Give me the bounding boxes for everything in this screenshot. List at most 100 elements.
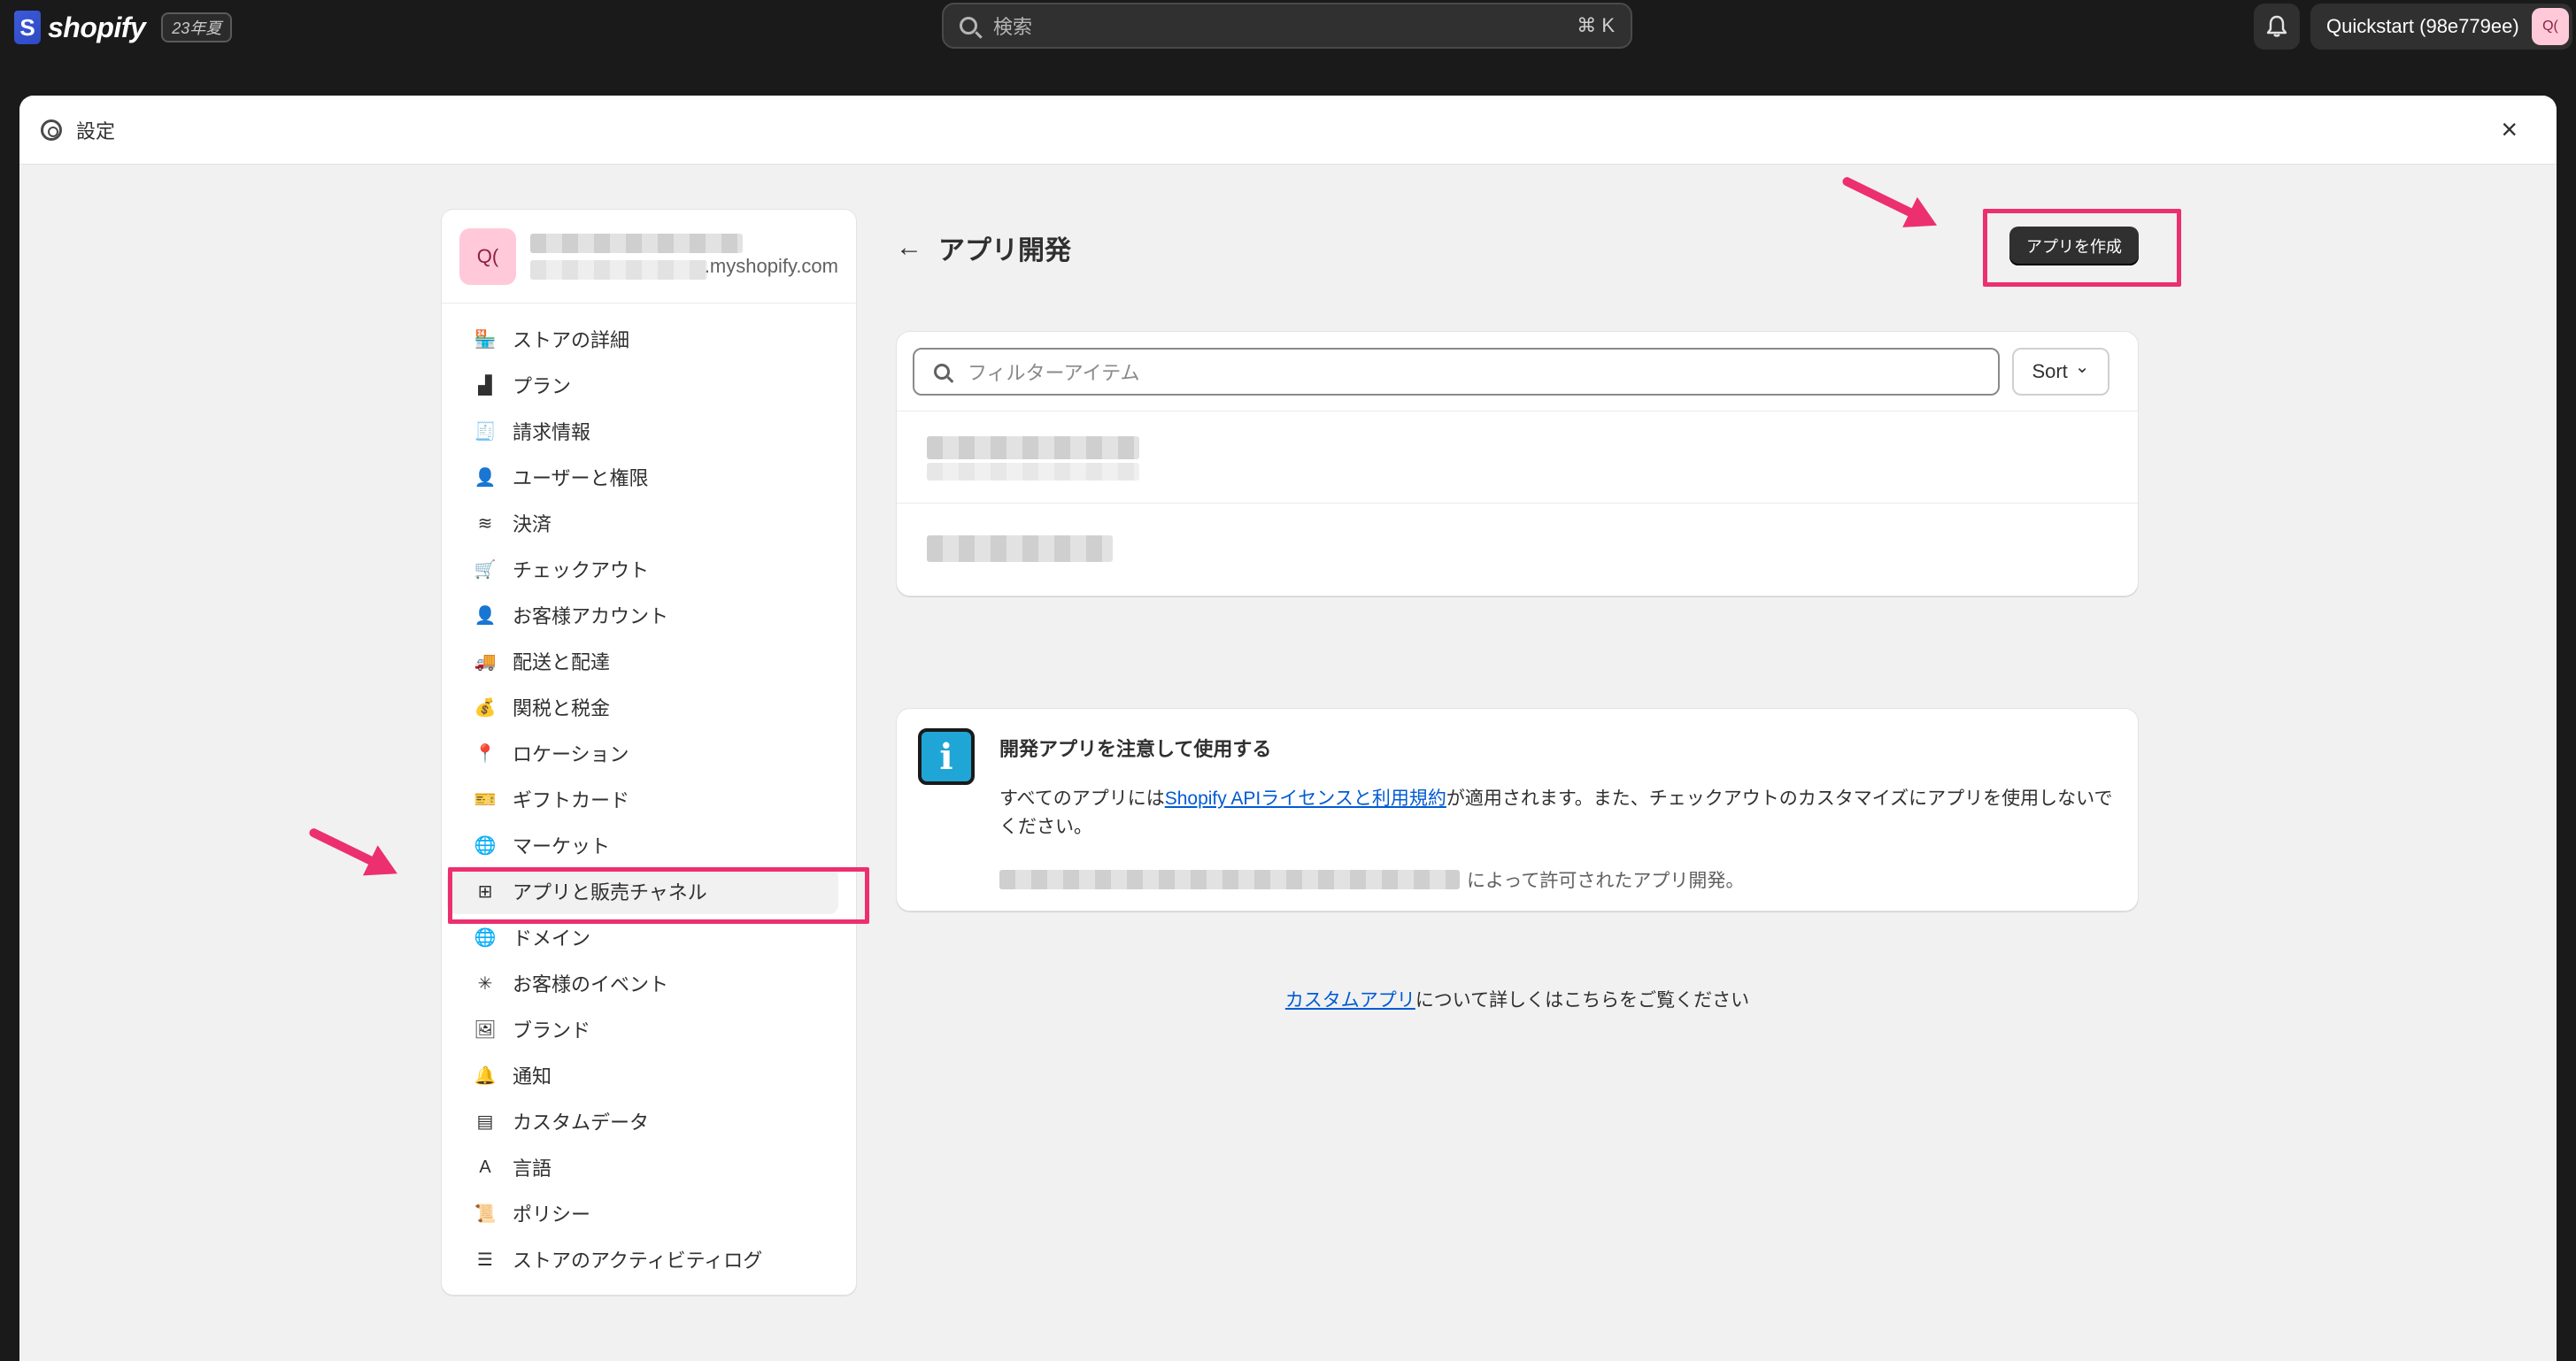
image-icon: 🖼 — [474, 1019, 497, 1040]
settings-sidebar: Q( .myshopify.com 🏪 ストアの詳細 ▟ プラン 🧾 請求情報 👤 ユー… — [441, 209, 857, 1296]
gear-icon — [41, 119, 62, 141]
page-header: ← アプリ開発 — [896, 228, 1071, 267]
sidebar-item-label: ブランド — [513, 1019, 591, 1042]
filter-input[interactable]: フィルターアイテム — [913, 347, 2000, 396]
bell-icon: 🔔 — [474, 1065, 497, 1086]
sort-button[interactable]: Sort ⌄ — [2012, 347, 2109, 396]
sidebar-item-label: お客様のイベント — [513, 973, 669, 996]
sidebar-item-label: ストアのアクティビティログ — [513, 1250, 763, 1272]
custom-apps-help: カスタムアプリについて詳しくはこちらをご覧ください — [896, 986, 2139, 1012]
modal-header: 設定 × — [19, 96, 2557, 165]
sidebar-item-billing[interactable]: 🧾 請求情報 — [447, 408, 838, 454]
sidebar-item-label: 通知 — [513, 1065, 552, 1088]
store-menu-button[interactable]: Quickstart (98e779ee) Q( — [2310, 4, 2572, 50]
sidebar-item-customer-accounts[interactable]: 👤 お客様アカウント — [447, 592, 838, 638]
sidebar-item-languages[interactable]: A 言語 — [447, 1144, 838, 1190]
close-button[interactable]: × — [2501, 113, 2518, 146]
store-card[interactable]: Q( .myshopify.com — [442, 210, 856, 304]
store-icon: 🏪 — [474, 329, 497, 350]
sidebar-item-checkout[interactable]: 🛒 チェックアウト — [447, 546, 838, 592]
sidebar-item-markets[interactable]: 🌐 マーケット — [447, 822, 838, 868]
bell-icon — [2266, 15, 2287, 37]
list-item[interactable] — [897, 411, 2138, 504]
truck-icon: 🚚 — [474, 651, 497, 672]
sidebar-item-label: お客様アカウント — [513, 605, 669, 627]
back-arrow-icon[interactable]: ← — [896, 233, 922, 263]
api-terms-link[interactable]: Shopify APIライセンスと利用規約 — [1165, 788, 1446, 809]
shopify-bag-icon: S — [14, 11, 41, 44]
sidebar-item-label: 言語 — [513, 1157, 552, 1180]
gift-card-icon: 🎫 — [474, 789, 497, 810]
list-item[interactable] — [897, 504, 2138, 596]
filter-placeholder: フィルターアイテム — [968, 361, 1140, 384]
redacted-app-name — [927, 535, 1113, 562]
edition-badge: 23年夏 — [161, 12, 233, 42]
sidebar-item-plan[interactable]: ▟ プラン — [447, 362, 838, 408]
redacted-store-name — [530, 233, 743, 253]
top-bar: S shopify 23年夏 検索 ⌘ K Quickstart (98e779… — [0, 0, 2576, 67]
policy-icon: 📜 — [474, 1203, 497, 1224]
page-title: アプリ開発 — [938, 236, 1071, 265]
notifications-button[interactable] — [2254, 4, 2300, 50]
plan-icon: ▟ — [478, 375, 492, 396]
globe-icon: 🌐 — [474, 927, 497, 948]
cart-icon: 🛒 — [474, 559, 497, 580]
custom-data-icon: ▤ — [476, 1111, 494, 1132]
sidebar-item-label: ドメイン — [513, 927, 591, 950]
redacted-owner — [999, 870, 1460, 889]
sidebar-item-locations[interactable]: 📍 ロケーション — [447, 730, 838, 776]
sidebar-item-store-details[interactable]: 🏪 ストアの詳細 — [447, 316, 838, 362]
sidebar-item-label: プラン — [513, 375, 572, 397]
sidebar-item-taxes[interactable]: 💰 関税と税金 — [447, 684, 838, 730]
money-bag-icon: 💰 — [474, 697, 497, 718]
location-pin-icon: 📍 — [474, 743, 497, 764]
receipt-icon: 🧾 — [474, 421, 497, 442]
sidebar-item-label: ポリシー — [513, 1203, 591, 1226]
translate-icon: A — [479, 1157, 491, 1177]
info-icon: i — [918, 728, 975, 785]
sidebar-item-label: マーケット — [513, 835, 611, 857]
sidebar-item-label: ロケーション — [513, 743, 629, 765]
sidebar-item-payments[interactable]: ≋ 決済 — [447, 500, 838, 546]
search-placeholder: 検索 — [993, 16, 1033, 38]
sidebar-item-label: チェックアウト — [513, 559, 650, 581]
custom-apps-link[interactable]: カスタムアプリ — [1285, 990, 1415, 1011]
app-list-card: フィルターアイテム Sort ⌄ — [896, 331, 2139, 596]
logo-wordmark: shopify — [48, 11, 146, 43]
globe-dollar-icon: 🌐 — [474, 835, 497, 856]
sidebar-item-activity-log[interactable]: ☰ ストアのアクティビティログ — [447, 1236, 838, 1282]
global-search-input[interactable]: 検索 ⌘ K — [942, 3, 1632, 49]
cursor-click-icon: ✳ — [477, 973, 493, 994]
filter-bar: フィルターアイテム Sort ⌄ — [897, 332, 2138, 411]
sidebar-item-label: 関税と税金 — [513, 697, 611, 719]
sidebar-item-label: ギフトカード — [513, 789, 630, 811]
sidebar-item-custom-data[interactable]: ▤ カスタムデータ — [447, 1098, 838, 1144]
avatar: Q( — [2532, 8, 2569, 45]
sidebar-item-customer-events[interactable]: ✳ お客様のイベント — [447, 960, 838, 1006]
sidebar-item-label: ユーザーと権限 — [513, 467, 649, 489]
sidebar-item-label: カスタムデータ — [513, 1111, 650, 1134]
search-icon — [934, 363, 950, 380]
sidebar-item-gift-cards[interactable]: 🎫 ギフトカード — [447, 776, 838, 822]
notice-body-prefix: すべてのアプリには — [999, 788, 1165, 809]
notice-footer: によって許可されたアプリ開発。 — [999, 866, 1744, 893]
list-icon: ☰ — [477, 1250, 493, 1270]
payments-icon: ≋ — [477, 513, 493, 534]
sidebar-item-label: 決済 — [513, 513, 552, 535]
sidebar-item-users[interactable]: 👤 ユーザーと権限 — [447, 454, 838, 500]
store-menu-label: Quickstart (98e779ee) — [2326, 15, 2519, 37]
notice-title: 開発アプリを注意して使用する — [999, 738, 1272, 760]
sidebar-item-label: 請求情報 — [513, 421, 591, 443]
sidebar-item-shipping[interactable]: 🚚 配送と配達 — [447, 638, 838, 684]
sidebar-item-brand[interactable]: 🖼 ブランド — [447, 1006, 838, 1052]
user-key-icon: 👤 — [474, 467, 497, 488]
redacted-app-meta — [927, 463, 1139, 481]
shopify-logo[interactable]: S shopify 23年夏 — [14, 11, 233, 44]
sidebar-item-policies[interactable]: 📜 ポリシー — [447, 1190, 838, 1236]
person-icon: 👤 — [474, 605, 497, 626]
sidebar-item-notifications[interactable]: 🔔 通知 — [447, 1052, 838, 1098]
sidebar-item-label: ストアの詳細 — [513, 329, 630, 351]
store-name-redacted: .myshopify.com — [530, 228, 838, 285]
store-avatar: Q( — [459, 227, 516, 285]
search-icon — [960, 17, 977, 35]
